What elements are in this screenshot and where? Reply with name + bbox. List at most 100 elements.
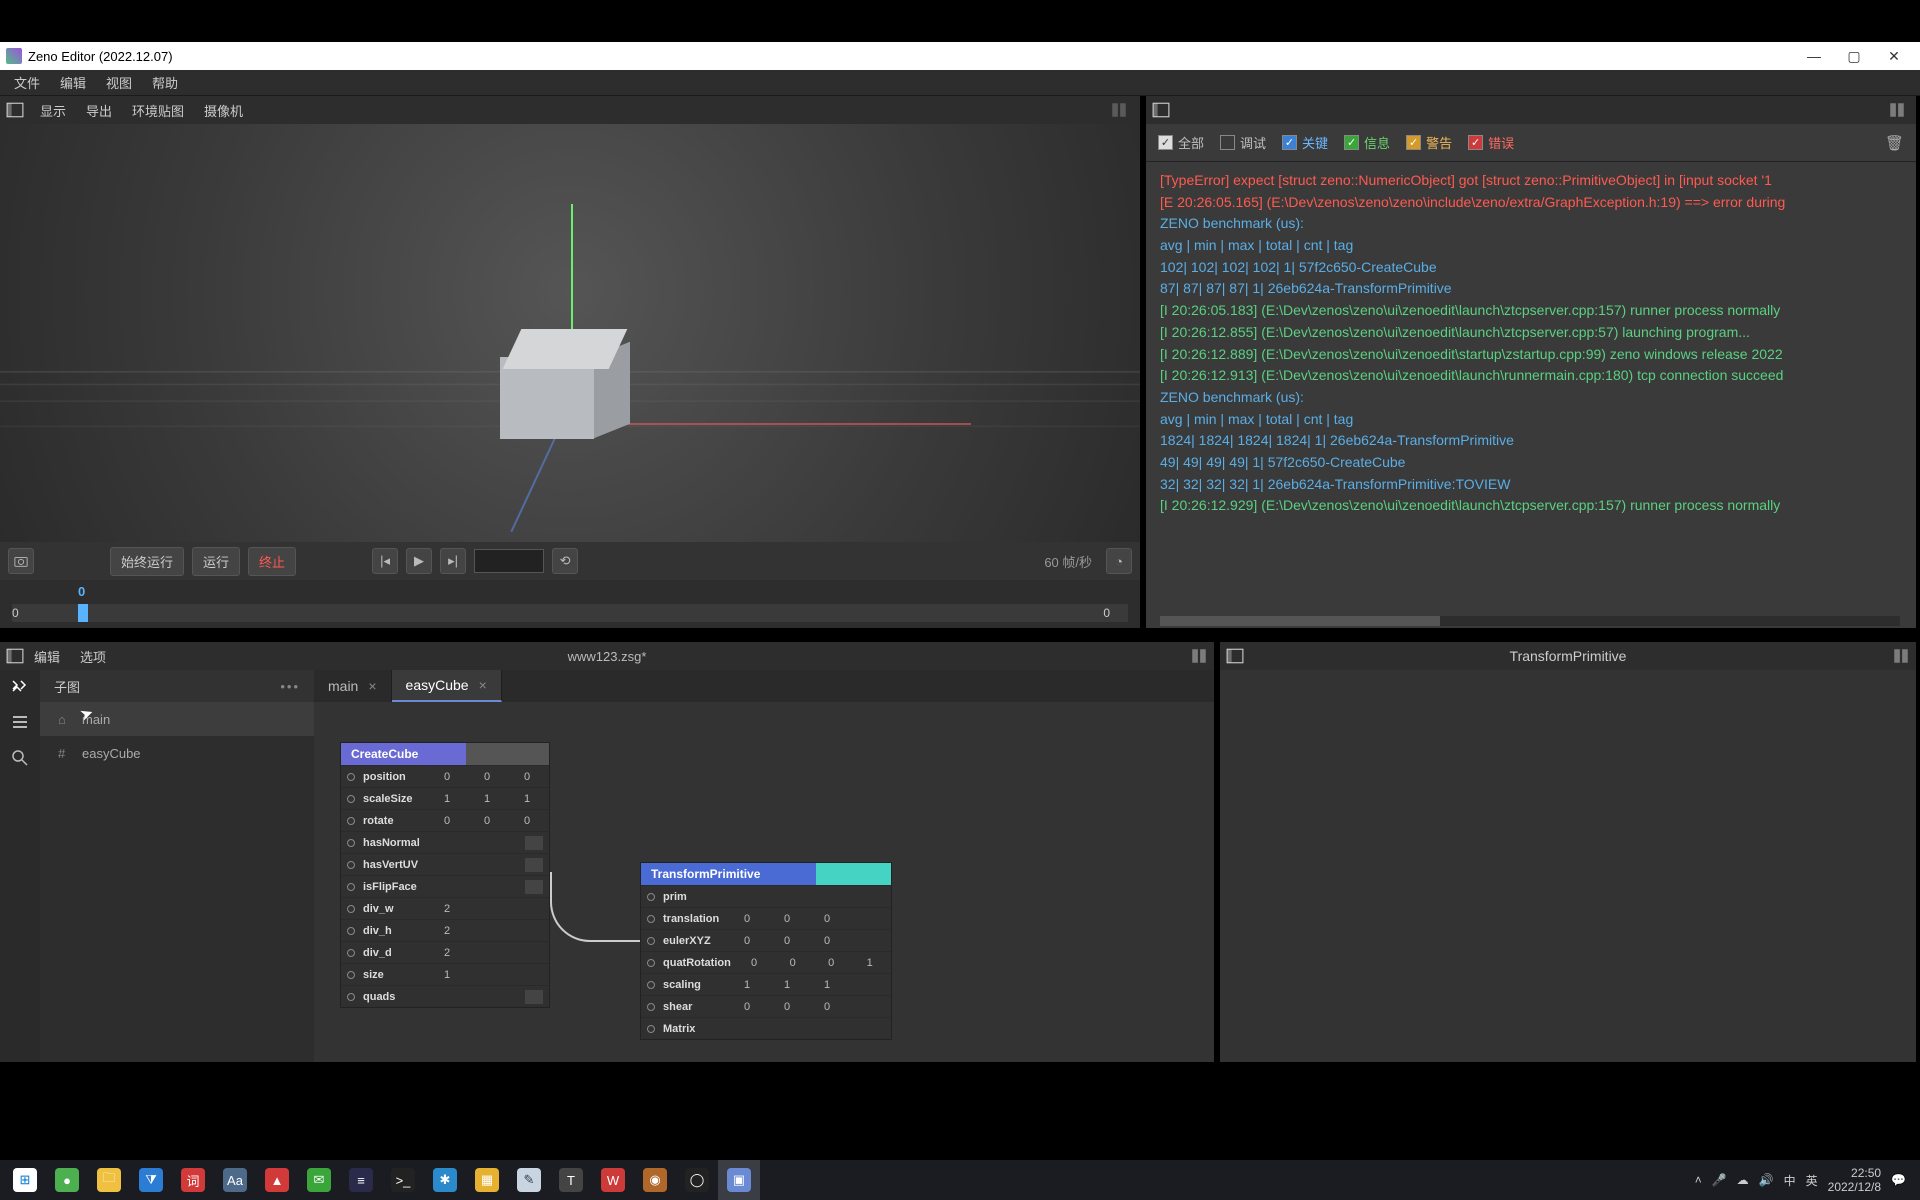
- frame-input[interactable]: [474, 549, 544, 573]
- minimize-button[interactable]: —: [1794, 42, 1834, 70]
- always-run-button[interactable]: 始终运行: [110, 547, 184, 576]
- vp-envmap[interactable]: 环境贴图: [122, 101, 194, 120]
- sidebar-search-icon[interactable]: [10, 748, 30, 768]
- node-param[interactable]: div_h2: [341, 919, 549, 941]
- input-port-icon[interactable]: [347, 817, 355, 825]
- param-value[interactable]: 1: [511, 793, 543, 805]
- panel-icon[interactable]: [6, 101, 24, 119]
- input-port-icon[interactable]: [347, 927, 355, 935]
- log-hscrollbar[interactable]: [1160, 616, 1900, 626]
- taskbar-app[interactable]: ▦: [466, 1160, 508, 1200]
- param-value[interactable]: 1: [431, 793, 463, 805]
- ned-panel-icon[interactable]: [6, 647, 24, 665]
- vp-export[interactable]: 导出: [76, 101, 122, 120]
- param-value[interactable]: 0: [431, 771, 463, 783]
- close-button[interactable]: ✕: [1874, 42, 1914, 70]
- tree-more-icon[interactable]: •••: [280, 679, 300, 694]
- param-value[interactable]: 0: [511, 771, 543, 783]
- param-value[interactable]: 1: [731, 979, 763, 991]
- clear-log-button[interactable]: 🗑: [1885, 134, 1904, 152]
- node-param[interactable]: hasNormal: [341, 831, 549, 853]
- param-toggle[interactable]: [525, 858, 543, 872]
- loop-button[interactable]: ⟲: [552, 548, 578, 574]
- taskbar-app[interactable]: ▲: [256, 1160, 298, 1200]
- param-toggle[interactable]: [525, 836, 543, 850]
- input-port-icon[interactable]: [347, 993, 355, 1001]
- timeline-track[interactable]: [12, 604, 1128, 622]
- tray-chevron-icon[interactable]: ˄: [1695, 1173, 1702, 1187]
- param-value[interactable]: 1: [431, 969, 463, 981]
- filter-warn[interactable]: ✓警告: [1406, 133, 1452, 152]
- param-value[interactable]: 0: [511, 815, 543, 827]
- input-port-icon[interactable]: [347, 773, 355, 781]
- param-toggle[interactable]: [525, 880, 543, 894]
- param-value[interactable]: 2: [431, 947, 463, 959]
- tab-close-icon[interactable]: ×: [479, 677, 487, 693]
- stop-button[interactable]: 终止: [248, 547, 296, 576]
- input-port-icon[interactable]: [347, 883, 355, 891]
- taskbar-app[interactable]: ≡: [340, 1160, 382, 1200]
- node-param[interactable]: eulerXYZ000: [641, 929, 891, 951]
- param-value[interactable]: 0: [431, 815, 463, 827]
- prop-panel-icon[interactable]: [1226, 647, 1244, 665]
- taskbar-explorer[interactable]: 🗀: [88, 1160, 130, 1200]
- node-transformprimitive[interactable]: TransformPrimitive primtranslation000eul…: [640, 862, 892, 1040]
- tray-volume-icon[interactable]: 🔊: [1759, 1173, 1774, 1187]
- tray-cloud-icon[interactable]: ☁: [1737, 1173, 1749, 1187]
- input-port-icon[interactable]: [647, 893, 655, 901]
- node-param[interactable]: isFlipFace: [341, 875, 549, 897]
- taskbar-terminal[interactable]: >_: [382, 1160, 424, 1200]
- menu-file[interactable]: 文件: [4, 73, 50, 92]
- run-button[interactable]: 运行: [192, 547, 240, 576]
- param-toggle[interactable]: [525, 990, 543, 1004]
- input-port-icon[interactable]: [647, 981, 655, 989]
- taskbar-app[interactable]: ✱: [424, 1160, 466, 1200]
- vp-settings-icon[interactable]: [1110, 101, 1128, 119]
- filter-key[interactable]: ✓关键: [1282, 133, 1328, 152]
- input-port-icon[interactable]: [347, 949, 355, 957]
- node-param[interactable]: size1: [341, 963, 549, 985]
- param-value[interactable]: 0: [771, 913, 803, 925]
- vp-camera[interactable]: 摄像机: [194, 101, 253, 120]
- param-value[interactable]: 0: [771, 1001, 803, 1013]
- input-port-icon[interactable]: [347, 861, 355, 869]
- node-graph[interactable]: CreateCube position000scaleSize111rotate…: [314, 702, 1214, 1062]
- param-value[interactable]: 1: [854, 957, 885, 969]
- node-createcube[interactable]: CreateCube position000scaleSize111rotate…: [340, 742, 550, 1008]
- tab-main[interactable]: main ×: [314, 670, 392, 702]
- log-body[interactable]: [TypeError] expect [struct zeno::Numeric…: [1146, 162, 1916, 628]
- tray-notification-icon[interactable]: 💬: [1891, 1173, 1906, 1187]
- param-value[interactable]: 0: [731, 935, 763, 947]
- viewport-3d[interactable]: [0, 124, 1140, 542]
- param-value[interactable]: 0: [731, 913, 763, 925]
- node-title[interactable]: CreateCube: [341, 743, 549, 765]
- start-button[interactable]: ⊞: [4, 1160, 46, 1200]
- ned-settings-icon[interactable]: [1190, 647, 1208, 665]
- node-param[interactable]: quatRotation0001: [641, 951, 891, 973]
- skip-fwd-button[interactable]: ▸|: [440, 548, 466, 574]
- input-port-icon[interactable]: [647, 915, 655, 923]
- input-port-icon[interactable]: [647, 1025, 655, 1033]
- param-value[interactable]: 1: [811, 979, 843, 991]
- input-port-icon[interactable]: [647, 937, 655, 945]
- param-value[interactable]: 2: [431, 925, 463, 937]
- param-value[interactable]: 1: [471, 793, 503, 805]
- node-param[interactable]: shear000: [641, 995, 891, 1017]
- node-param[interactable]: prim: [641, 885, 891, 907]
- taskbar-notepad[interactable]: ✎: [508, 1160, 550, 1200]
- log-hscroll-thumb[interactable]: [1160, 616, 1440, 626]
- vp-display[interactable]: 显示: [30, 101, 76, 120]
- taskbar-app[interactable]: 词: [172, 1160, 214, 1200]
- ned-menu-edit[interactable]: 编辑: [24, 647, 70, 666]
- taskbar-wps[interactable]: W: [592, 1160, 634, 1200]
- sidebar-list-icon[interactable]: [10, 712, 30, 732]
- node-param[interactable]: quads: [341, 985, 549, 1007]
- input-port-icon[interactable]: [347, 795, 355, 803]
- filter-all[interactable]: ✓全部: [1158, 133, 1204, 152]
- param-value[interactable]: 0: [739, 957, 770, 969]
- param-value[interactable]: 0: [816, 957, 847, 969]
- taskbar-app[interactable]: ●: [46, 1160, 88, 1200]
- param-value[interactable]: 0: [731, 1001, 763, 1013]
- input-port-icon[interactable]: [347, 905, 355, 913]
- prop-settings-icon[interactable]: [1892, 647, 1910, 665]
